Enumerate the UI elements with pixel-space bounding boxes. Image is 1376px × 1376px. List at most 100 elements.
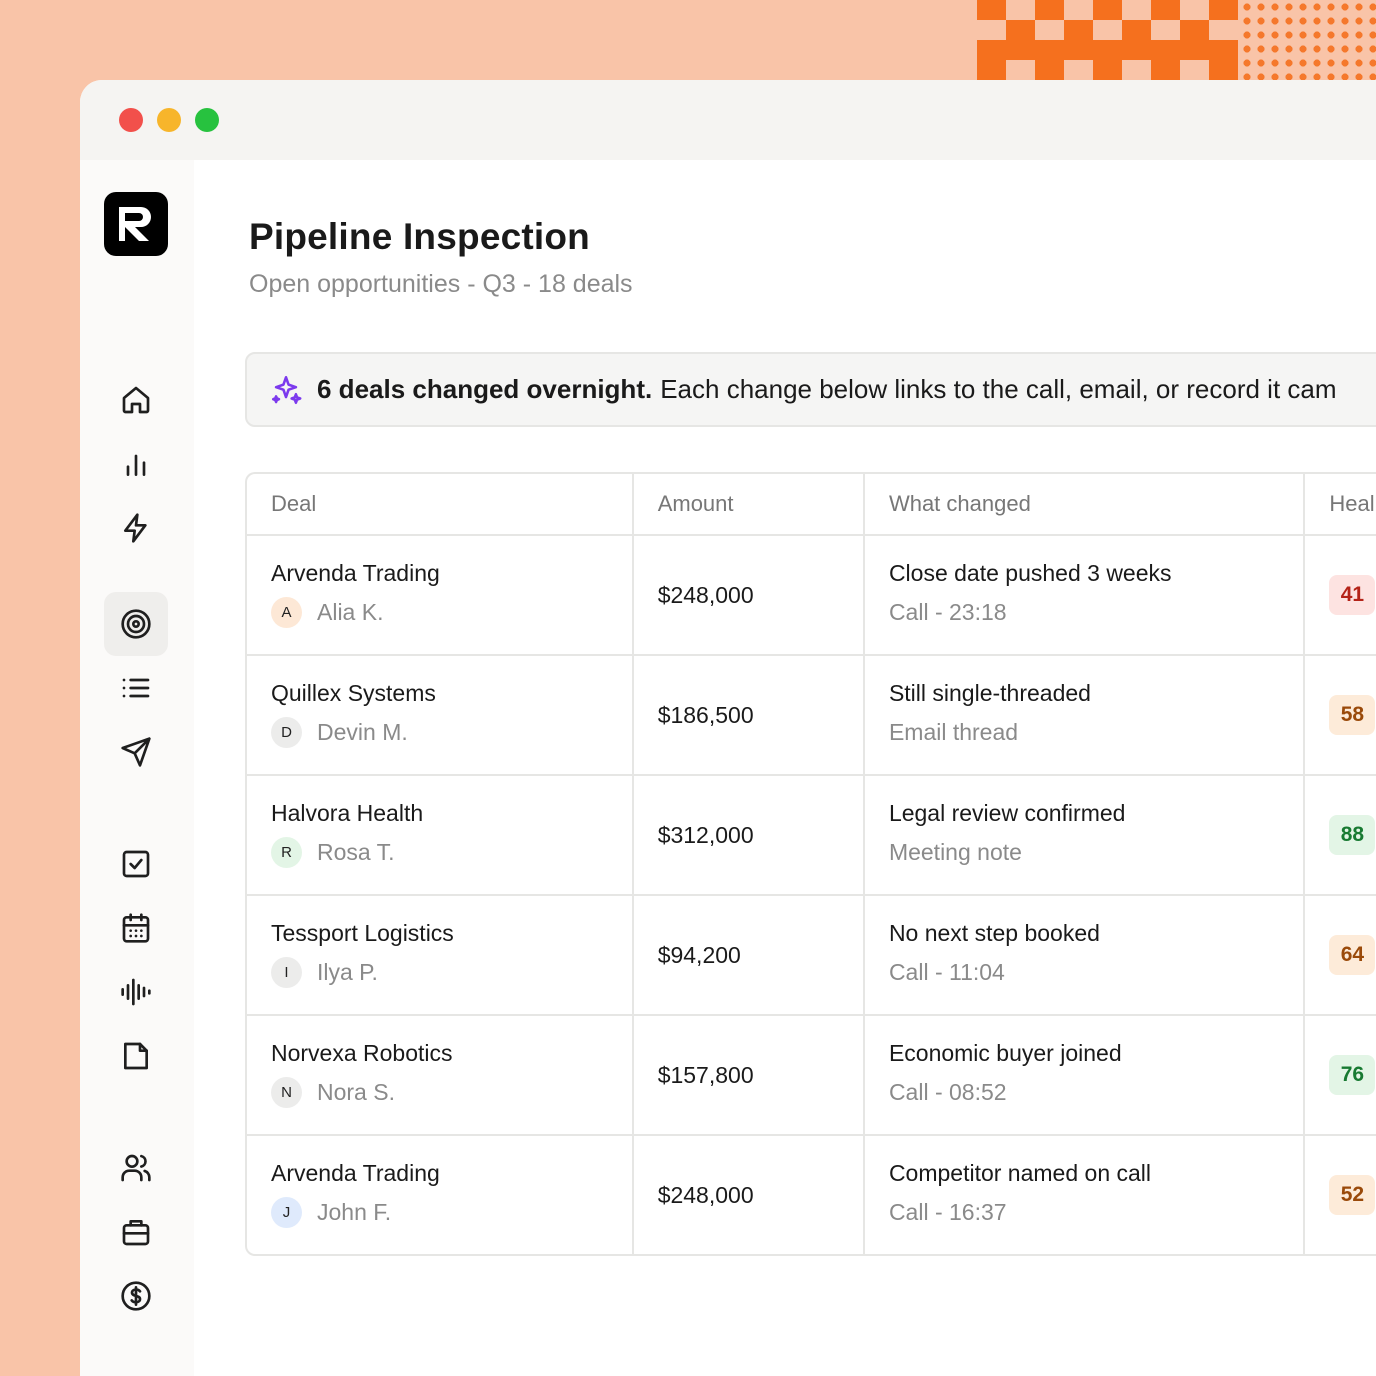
bar-chart-icon (126, 454, 146, 476)
health-cell: 64 (1305, 896, 1376, 1014)
change-description: Still single-threaded (888, 680, 1091, 706)
page-title: Pipeline Inspection (249, 216, 590, 257)
table-row[interactable]: Arvenda Trading A Alia K. $248,000 Close… (247, 536, 1376, 656)
change-description: No next step booked (888, 920, 1100, 946)
table-row[interactable]: Norvexa Robotics N Nora S. $157,800 Econ… (247, 1016, 1376, 1136)
sidebar-item-outreach[interactable] (104, 720, 168, 784)
change-source-link[interactable]: Call - 16:37 (889, 1199, 1303, 1226)
sidebar-item-accounts[interactable] (104, 1200, 168, 1264)
send-icon (121, 737, 151, 767)
deal-name[interactable]: Arvenda Trading (271, 1160, 632, 1187)
column-header-amount[interactable]: Amount (634, 474, 865, 534)
sidebar-item-analytics[interactable] (104, 432, 168, 496)
change-source-link[interactable]: Email thread (889, 719, 1303, 746)
banner-headline: 6 deals changed overnight. (317, 374, 653, 404)
change-description: Competitor named on call (888, 1160, 1152, 1186)
deal-cell: Quillex Systems D Devin M. (247, 656, 634, 774)
sidebar-item-tasks[interactable] (104, 832, 168, 896)
amount-cell: $248,000 (634, 536, 865, 654)
sidebar-item-lists[interactable] (104, 656, 168, 720)
health-cell: 88 (1305, 776, 1376, 894)
deal-name[interactable]: Norvexa Robotics (271, 1040, 632, 1067)
table-header-row: Deal Amount What changed Heal (247, 474, 1376, 536)
table-row[interactable]: Halvora Health R Rosa T. $312,000 Legal … (247, 776, 1376, 896)
change-source-link[interactable]: Call - 23:18 (889, 599, 1303, 626)
deal-owner: A Alia K. (271, 597, 632, 628)
deal-cell: Tessport Logistics I Ilya P. (247, 896, 634, 1014)
decorative-dot-pattern (1240, 0, 1376, 80)
health-score-badge: 52 (1329, 1175, 1376, 1215)
amount-cell: $312,000 (634, 776, 865, 894)
zoom-window-button[interactable] (195, 108, 219, 132)
health-wrapper: 58 (1329, 656, 1376, 774)
sidebar-item-revenue[interactable] (104, 1264, 168, 1328)
sidebar (80, 160, 194, 1376)
change-description: Legal review confirmed (888, 800, 1126, 826)
sidebar-item-activity[interactable] (104, 496, 168, 560)
owner-name: Devin M. (317, 719, 408, 745)
health-score-badge: 41 (1329, 575, 1376, 615)
minimize-window-button[interactable] (157, 108, 181, 132)
list-icon (122, 678, 150, 698)
health-cell: 58 (1305, 656, 1376, 774)
sidebar-item-pipeline[interactable] (104, 592, 168, 656)
change-source-link[interactable]: Call - 11:04 (889, 959, 1303, 986)
change-source-link[interactable]: Call - 08:52 (889, 1079, 1303, 1106)
change-description: Economic buyer joined (888, 1040, 1122, 1066)
briefcase-icon (122, 1220, 150, 1246)
deal-amount: $248,000 (657, 1181, 754, 1208)
sparkle-icon (271, 375, 302, 404)
health-cell: 52 (1305, 1136, 1376, 1254)
sidebar-item-contacts[interactable] (104, 1136, 168, 1200)
owner-name: Nora S. (317, 1079, 395, 1105)
deal-cell: Arvenda Trading J John F. (247, 1136, 634, 1254)
column-header-health[interactable]: Heal (1305, 474, 1376, 534)
amount-cell: $248,000 (634, 1136, 865, 1254)
app-logo[interactable] (104, 192, 168, 256)
table-row[interactable]: Quillex Systems D Devin M. $186,500 Stil… (247, 656, 1376, 776)
deal-name[interactable]: Arvenda Trading (271, 560, 632, 587)
deal-amount: $186,500 (657, 701, 754, 728)
file-icon (124, 1042, 148, 1070)
sidebar-item-home[interactable] (104, 368, 168, 432)
deal-owner: N Nora S. (271, 1077, 632, 1108)
avatar: I (271, 957, 302, 988)
checkbox-icon (122, 850, 150, 878)
change-cell: Economic buyer joined Call - 08:52 (865, 1016, 1306, 1134)
deal-owner: J John F. (271, 1197, 632, 1228)
sidebar-item-calendar[interactable] (104, 896, 168, 960)
change-cell: Competitor named on call Call - 16:37 (865, 1136, 1306, 1254)
title-bar (80, 80, 1376, 160)
deal-name[interactable]: Quillex Systems (271, 680, 632, 707)
column-header-what-changed[interactable]: What changed (865, 474, 1306, 534)
sidebar-item-recordings[interactable] (104, 960, 168, 1024)
health-cell: 41 (1305, 536, 1376, 654)
table-row[interactable]: Tessport Logistics I Ilya P. $94,200 No … (247, 896, 1376, 1016)
health-wrapper: 41 (1329, 536, 1376, 654)
deal-amount: $312,000 (657, 821, 754, 848)
health-score-badge: 58 (1329, 695, 1376, 735)
sidebar-item-documents[interactable] (104, 1024, 168, 1088)
change-cell: No next step booked Call - 11:04 (865, 896, 1306, 1014)
amount-cell: $94,200 (634, 896, 865, 1014)
table-row[interactable]: Arvenda Trading J John F. $248,000 Compe… (247, 1136, 1376, 1254)
health-score-badge: 76 (1329, 1055, 1376, 1095)
lightning-icon (124, 513, 147, 543)
avatar: N (271, 1077, 302, 1108)
column-header-deal[interactable]: Deal (247, 474, 634, 534)
close-window-button[interactable] (119, 108, 143, 132)
app-window: Pipeline Inspection Open opportunities -… (80, 80, 1376, 1376)
change-cell: Legal review confirmed Meeting note (865, 776, 1306, 894)
avatar: A (271, 597, 302, 628)
target-icon (121, 609, 151, 639)
deal-name[interactable]: Halvora Health (271, 800, 632, 827)
deal-amount: $157,800 (657, 1061, 754, 1088)
decorative-checker-pattern (977, 0, 1238, 80)
logo-mark-icon (119, 207, 151, 241)
change-source-link[interactable]: Meeting note (889, 839, 1303, 866)
health-wrapper: 88 (1329, 776, 1376, 894)
deals-table: Deal Amount What changed Heal Arvenda Tr… (245, 472, 1376, 1256)
calendar-icon (122, 913, 150, 943)
deal-name[interactable]: Tessport Logistics (271, 920, 632, 947)
audio-wave-icon (121, 978, 151, 1006)
